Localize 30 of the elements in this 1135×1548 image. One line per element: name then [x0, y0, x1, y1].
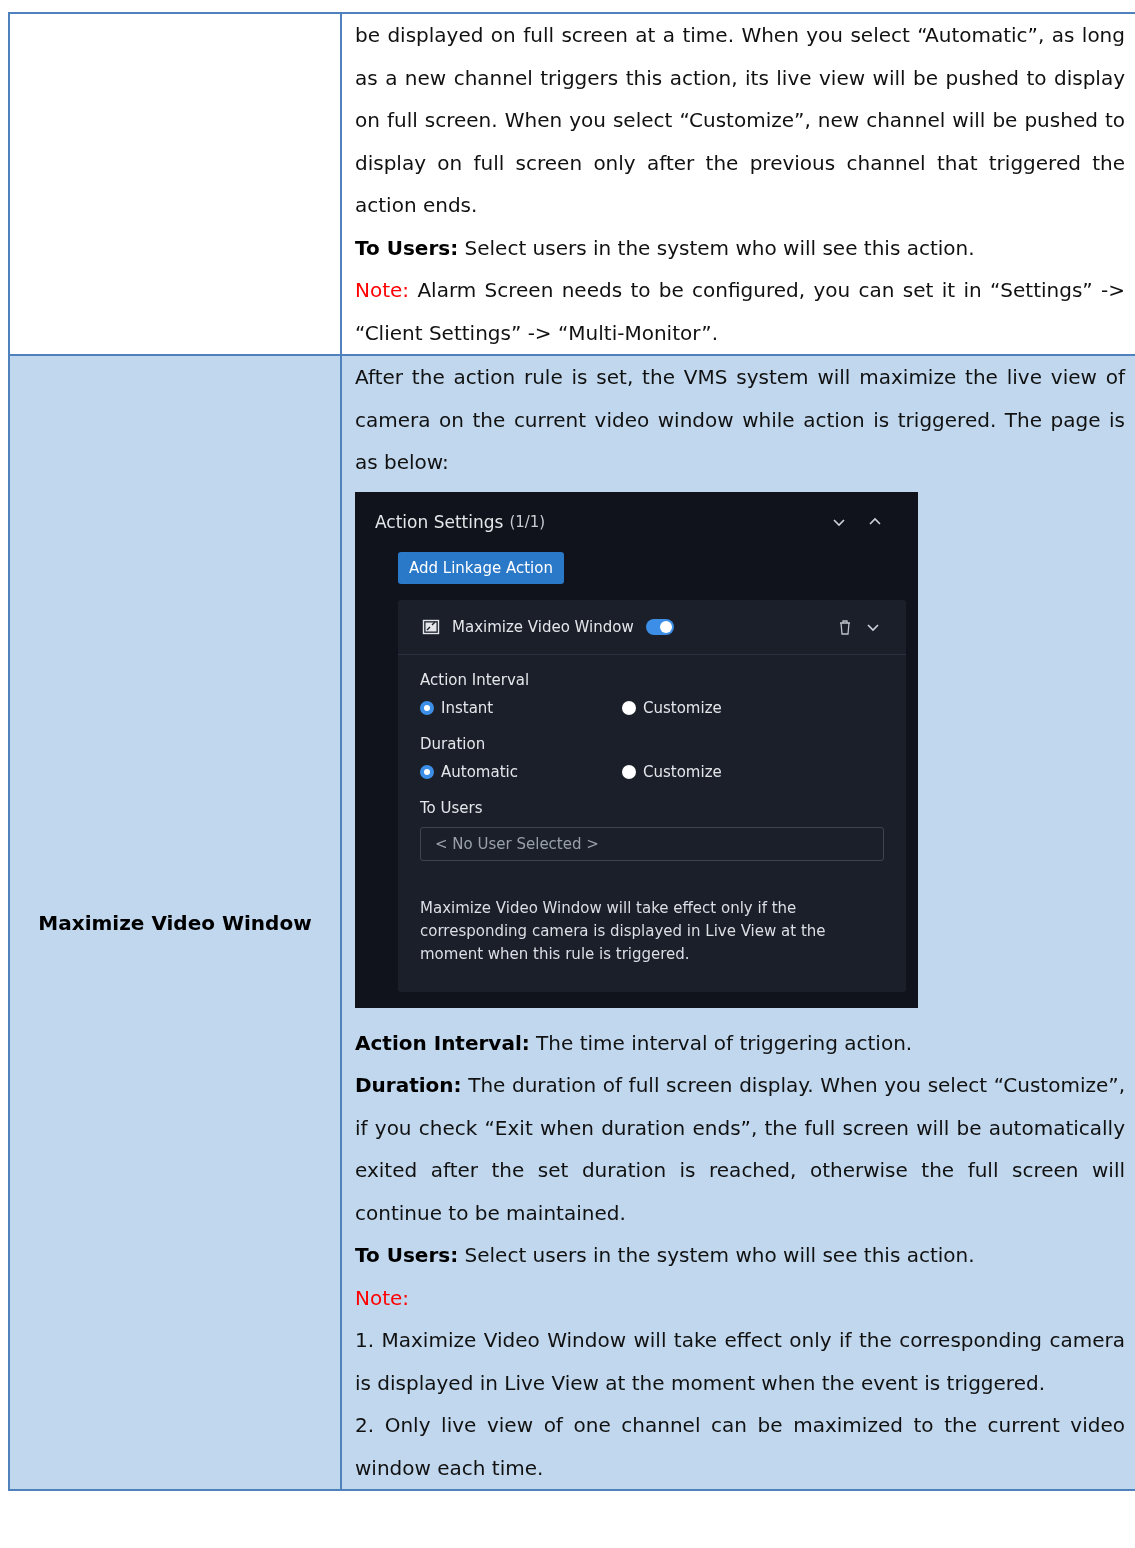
maximize-window-icon	[422, 617, 440, 636]
paragraph: Note: Alarm Screen needs to be configured, you can set it in “Settings” -> “Client Settings” -> “Multi-Monitor”.	[355, 277, 1125, 347]
toggle-switch[interactable]	[645, 618, 674, 635]
users-label: To Users	[420, 798, 484, 817]
action-name: Maximize Video Window	[452, 617, 634, 636]
group-label: Duration	[420, 734, 487, 753]
radio-button[interactable]	[420, 764, 434, 779]
paragraph: be displayed on full screen at a time. When you select “Automatic”, as long as a new channel triggers this action, its live view will be pushed to display on full screen. When you select “Customize”, new channel will be pushed to display on full screen only after the previous channel that triggered the action ends.	[355, 22, 1125, 219]
panel-title: Action Settings	[375, 511, 504, 532]
add-linkage-action-button[interactable]: Add Linkage Action	[398, 551, 564, 584]
paragraph: To Users: Select users in the system who will see this action.	[355, 1242, 976, 1269]
paragraph: After the action rule is set, the VMS system will maximize the live view of camera on the current video window while action is triggered. The page is as below:	[355, 364, 1125, 476]
group-label: Action Interval	[420, 670, 531, 689]
paragraph: Note:	[355, 1284, 411, 1312]
radio-button[interactable]	[622, 700, 636, 715]
paragraph: Duration: The duration of full screen display. When you select “Customize”, if you check “Exit when duration ends”, the full screen will be automatically exited after the set duration is reached, otherwise the full screen will continue to be maintained.	[355, 1072, 1125, 1227]
radio-button[interactable]	[622, 764, 636, 779]
radio-button[interactable]	[420, 700, 434, 715]
radio-option[interactable]: Instant	[420, 698, 622, 717]
paragraph: 1. Maximize Video Window will take effect only if the corresponding camera is displayed in Live View at the moment when the event is triggered.	[355, 1327, 1125, 1397]
paragraph: 2. Only live view of one channel can be maximized to the current video window each time.	[355, 1412, 1125, 1482]
row-heading: Maximize Video Window	[38, 910, 312, 935]
action-count: (1/1)	[509, 512, 546, 531]
paragraph: To Users: Select users in the system who will see this action.	[355, 234, 976, 262]
radio-option[interactable]: Customize	[622, 762, 822, 781]
paragraph: Action Interval: The time interval of triggering action.	[355, 1029, 914, 1057]
radio-option[interactable]: Automatic	[420, 762, 622, 781]
hint-text: Maximize Video Window will take effect only if the corresponding camera is displayed in Live View at the moment when this rule is triggered.	[420, 897, 827, 965]
users-field[interactable]: < No User Selected >	[420, 826, 884, 861]
radio-option[interactable]: Customize	[622, 698, 822, 717]
